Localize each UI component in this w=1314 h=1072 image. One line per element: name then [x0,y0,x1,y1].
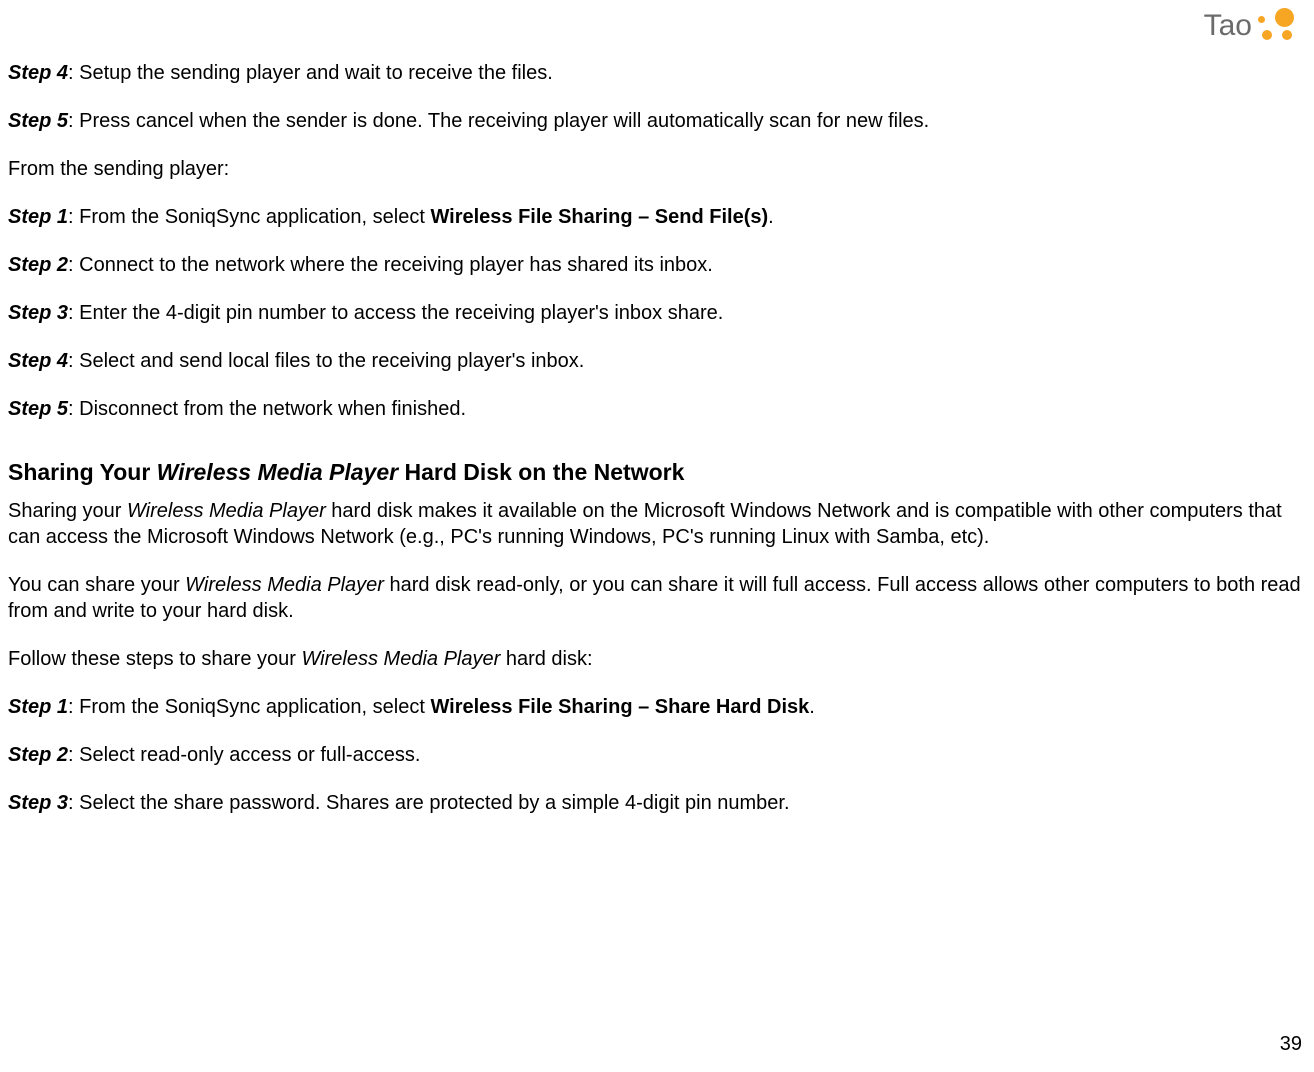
step-label: Step 4 [8,62,68,84]
step-label: Step 2 [8,744,68,766]
run: Sharing your [8,500,127,522]
step-text: : Select and send local files to the rec… [68,350,584,372]
step-text-post: . [809,696,815,718]
run: hard disk: [500,648,592,670]
step-label: Step 3 [8,792,68,814]
step-text: : Enter the 4-digit pin number to access… [68,302,723,324]
step-label: Step 5 [8,110,68,132]
page-number: 39 [1280,1033,1302,1056]
section-para-3: Follow these steps to share your Wireles… [8,646,1306,672]
step-text: : Setup the sending player and wait to r… [68,62,553,84]
brand-logo-text: Tao [1204,9,1252,43]
step-text-bold: Wireless File Sharing – Send File(s) [430,206,768,228]
step-text: : Disconnect from the network when finis… [68,398,466,420]
brand-logo: Tao [1204,6,1296,46]
section-heading-share-hard-disk: Sharing Your Wireless Media Player Hard … [8,458,1306,488]
step-label: Step 5 [8,398,68,420]
run: Follow these steps to share your [8,648,301,670]
run-ital: Wireless Media Player [301,648,500,670]
step-text-post: . [768,206,774,228]
step-text-pre: : From the SoniqSync application, select [68,206,430,228]
heading-pre: Sharing Your [8,459,157,485]
step-receiving-5: Step 5: Press cancel when the sender is … [8,108,1306,134]
step-sending-3: Step 3: Enter the 4-digit pin number to … [8,300,1306,326]
step-label: Step 2 [8,254,68,276]
step-receiving-4: Step 4: Setup the sending player and wai… [8,60,1306,86]
step-label: Step 3 [8,302,68,324]
from-sending-player: From the sending player: [8,156,1306,182]
step-sending-1: Step 1: From the SoniqSync application, … [8,204,1306,230]
heading-ital: Wireless Media Player [157,459,398,485]
document-body: Step 4: Setup the sending player and wai… [8,60,1306,816]
run-ital: Wireless Media Player [185,574,384,596]
section-para-2: You can share your Wireless Media Player… [8,572,1306,624]
step-label: Step 1 [8,206,68,228]
step-share-1: Step 1: From the SoniqSync application, … [8,694,1306,720]
step-label: Step 4 [8,350,68,372]
step-sending-5: Step 5: Disconnect from the network when… [8,396,1306,422]
section-para-1: Sharing your Wireless Media Player hard … [8,498,1306,550]
run: You can share your [8,574,185,596]
heading-post: Hard Disk on the Network [398,459,684,485]
step-text-bold: Wireless File Sharing – Share Hard Disk [430,696,809,718]
run-ital: Wireless Media Player [127,500,326,522]
step-text: : Select the share password. Shares are … [68,792,790,814]
step-sending-4: Step 4: Select and send local files to t… [8,348,1306,374]
step-text: : Connect to the network where the recei… [68,254,713,276]
step-text: : Select read-only access or full-access… [68,744,420,766]
step-share-2: Step 2: Select read-only access or full-… [8,742,1306,768]
step-text-pre: : From the SoniqSync application, select [68,696,430,718]
brand-logo-icon [1256,6,1296,46]
step-share-3: Step 3: Select the share password. Share… [8,790,1306,816]
step-sending-2: Step 2: Connect to the network where the… [8,252,1306,278]
step-label: Step 1 [8,696,68,718]
step-text: : Press cancel when the sender is done. … [68,110,929,132]
